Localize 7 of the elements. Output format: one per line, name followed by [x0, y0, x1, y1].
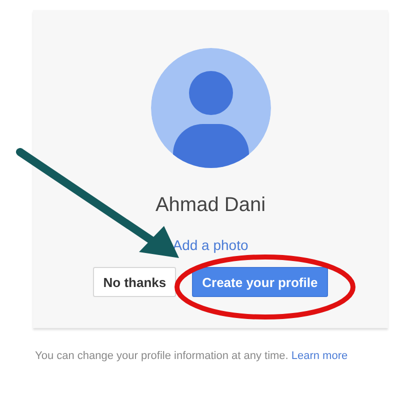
avatar-icon	[150, 48, 270, 168]
learn-more-link[interactable]: Learn more	[291, 350, 348, 362]
profile-name: Ahmad Dani	[155, 194, 266, 217]
no-thanks-button[interactable]: No thanks	[93, 267, 176, 297]
add-photo-link[interactable]: Add a photo	[172, 237, 248, 253]
create-profile-button[interactable]: Create your profile	[192, 267, 328, 297]
footer-text: You can change your profile information at any time.	[35, 350, 288, 362]
